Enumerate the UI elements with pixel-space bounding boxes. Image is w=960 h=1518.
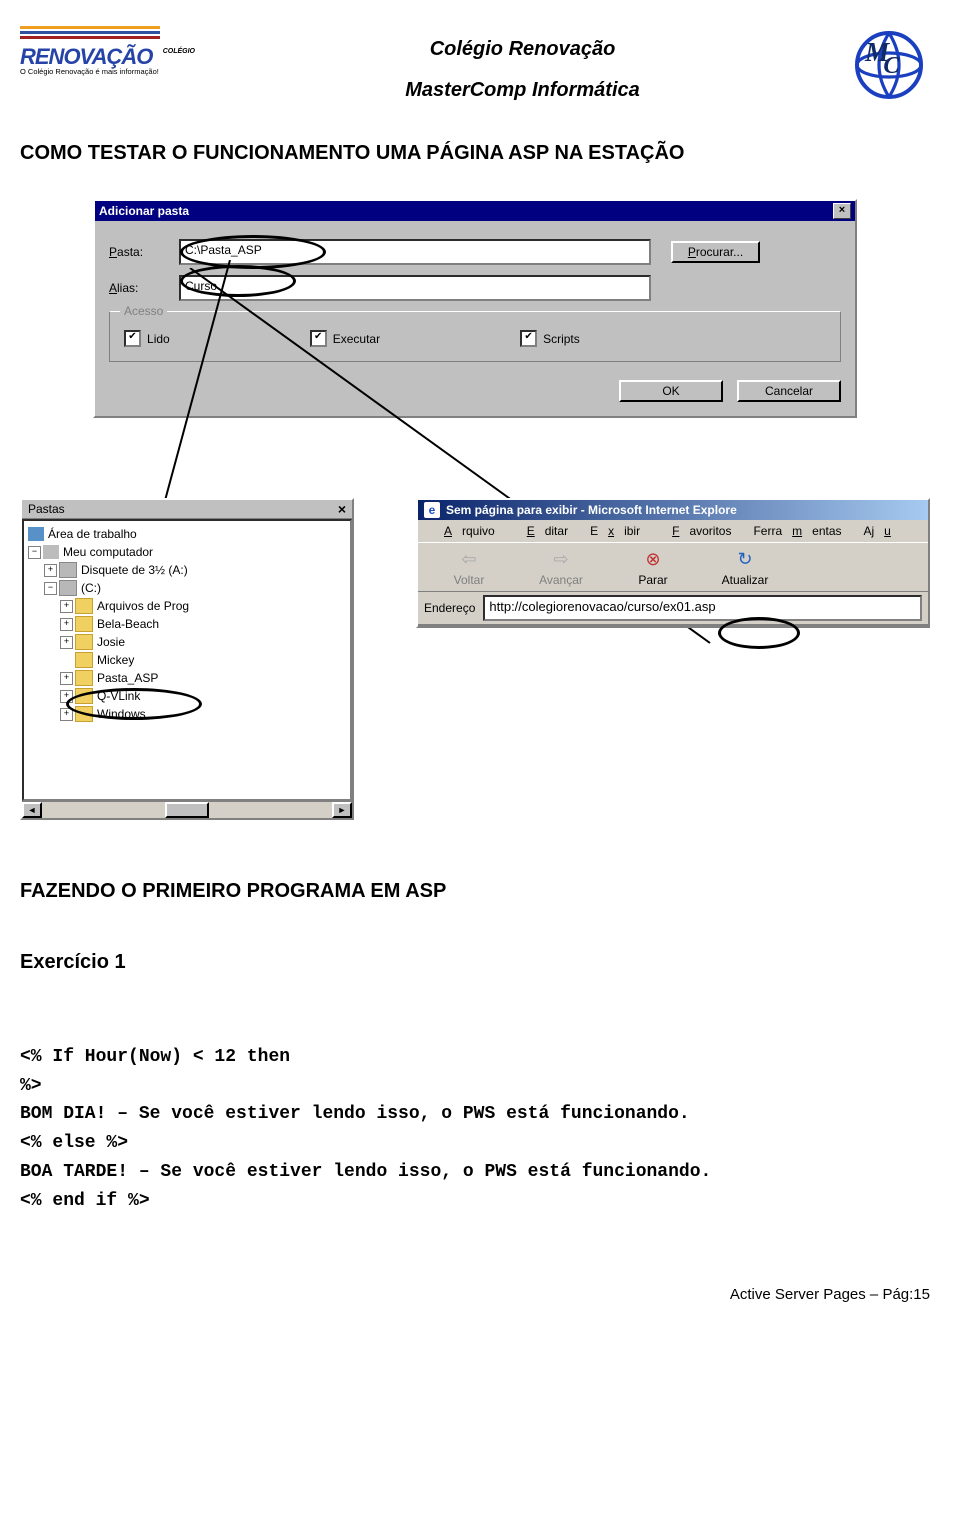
- heading-fazendo-programa: FAZENDO O PRIMEIRO PROGRAMA EM ASP: [20, 880, 930, 903]
- menu-editar[interactable]: Editar: [507, 522, 578, 540]
- browser-title-text: Sem página para exibir - Microsoft Inter…: [446, 503, 737, 517]
- executar-checkbox[interactable]: ✔Executar: [310, 330, 380, 347]
- menu-favoritos[interactable]: Favoritos: [652, 522, 741, 540]
- scroll-thumb[interactable]: [165, 802, 209, 818]
- close-icon[interactable]: ×: [833, 203, 851, 219]
- procurar-button[interactable]: Procurar...: [671, 241, 760, 263]
- center-titles: Colégio Renovação MasterComp Informática: [205, 38, 840, 120]
- tree-row-desktop[interactable]: Área de trabalho: [28, 525, 346, 543]
- refresh-button[interactable]: ↻Atualizar: [700, 547, 790, 587]
- code-line: <% end if %>: [20, 1191, 150, 1211]
- tree-row-josie[interactable]: +Josie: [28, 633, 346, 651]
- circle-url-curso: [718, 617, 800, 649]
- globe-mc-icon: M C: [845, 25, 925, 105]
- folders-panel-title: Pastas: [28, 502, 65, 516]
- menu-exibir[interactable]: Exibir: [580, 522, 650, 540]
- page-footer: Active Server Pages – Pág:15: [20, 1286, 930, 1303]
- menu-ferramentas[interactable]: Ferramentas: [743, 522, 851, 540]
- tree-row-mickey[interactable]: +Mickey: [28, 651, 346, 669]
- scroll-right-icon[interactable]: ►: [332, 802, 352, 818]
- browser-toolbar: ⇦Voltar ⇨Avançar ⊗Parar ↻Atualizar: [418, 542, 928, 591]
- logo-renovacao: COLÉGIO RENOVAÇÃO O Colégio Renovação é …: [20, 20, 205, 110]
- address-input[interactable]: http://colegiorenovacao/curso/ex01.asp: [483, 595, 922, 621]
- circle-pasta-value: [180, 235, 326, 269]
- tree-row-pasta-asp[interactable]: +Pasta_ASP: [28, 669, 346, 687]
- code-line: <% else %>: [20, 1133, 128, 1153]
- scripts-checkbox[interactable]: ✔Scripts: [520, 330, 580, 347]
- tree-row-computer[interactable]: −Meu computador: [28, 543, 346, 561]
- svg-text:C: C: [883, 53, 900, 79]
- pasta-label: Pasta:: [109, 245, 169, 259]
- lido-checkbox[interactable]: ✔Lido: [124, 330, 170, 347]
- circle-tree-pasta-asp: [66, 688, 202, 720]
- tree-row-arquivos[interactable]: +Arquivos de Prog: [28, 597, 346, 615]
- menu-ajuda[interactable]: Aju: [854, 522, 911, 540]
- page-header: COLÉGIO RENOVAÇÃO O Colégio Renovação é …: [20, 20, 930, 120]
- tree-row-c[interactable]: −(C:): [28, 579, 346, 597]
- tree-row-bela[interactable]: +Bela-Beach: [28, 615, 346, 633]
- code-line: BOM DIA! – Se você estiver lendo isso, o…: [20, 1104, 690, 1124]
- code-line: %>: [20, 1076, 42, 1096]
- title-1: Colégio Renovação: [205, 38, 840, 61]
- heading-como-testar: COMO TESTAR O FUNCIONAMENTO UMA PÁGINA A…: [20, 142, 930, 165]
- menu-arquivo[interactable]: Arquivo: [424, 522, 505, 540]
- browser-menubar[interactable]: Arquivo Editar Exibir Favoritos Ferramen…: [418, 520, 928, 542]
- cancelar-button[interactable]: Cancelar: [737, 380, 841, 402]
- folders-panel: Pastas × Área de trabalho −Meu computado…: [20, 498, 354, 820]
- ok-button[interactable]: OK: [619, 380, 723, 402]
- title-2: MasterComp Informática: [205, 79, 840, 102]
- logo-small-text: COLÉGIO: [163, 48, 195, 55]
- logo-tagline: O Colégio Renovação é mais informação!: [20, 68, 205, 76]
- folders-close-icon[interactable]: ×: [338, 503, 346, 515]
- dialog-adicionar-pasta: Adicionar pasta × Pasta: C:\Pasta_ASP Pr…: [93, 199, 857, 418]
- circle-alias-value: [180, 265, 296, 297]
- code-line: <% If Hour(Now) < 12 then: [20, 1047, 290, 1067]
- folders-tree[interactable]: Área de trabalho −Meu computador +Disque…: [22, 519, 352, 801]
- scroll-left-icon[interactable]: ◄: [22, 802, 42, 818]
- logo-mastercomp: M C: [840, 20, 930, 110]
- acesso-groupbox-legend: Acesso: [120, 304, 167, 318]
- address-label: Endereço: [424, 601, 475, 615]
- exercise-heading: Exercício 1: [20, 951, 930, 974]
- back-button[interactable]: ⇦Voltar: [424, 547, 514, 587]
- ie-icon: e: [424, 502, 440, 518]
- code-line: BOA TARDE! – Se você estiver lendo isso,…: [20, 1162, 711, 1182]
- code-block: <% If Hour(Now) < 12 then %> BOM DIA! – …: [20, 1014, 930, 1216]
- browser-window: e Sem página para exibir - Microsoft Int…: [416, 498, 930, 628]
- forward-button[interactable]: ⇨Avançar: [516, 547, 606, 587]
- folders-scrollbar[interactable]: ◄ ►: [22, 801, 352, 818]
- stop-button[interactable]: ⊗Parar: [608, 547, 698, 587]
- alias-label: Alias:: [109, 281, 169, 295]
- dialog-title: Adicionar pasta: [99, 204, 189, 218]
- tree-row-floppy[interactable]: +Disquete de 3½ (A:): [28, 561, 346, 579]
